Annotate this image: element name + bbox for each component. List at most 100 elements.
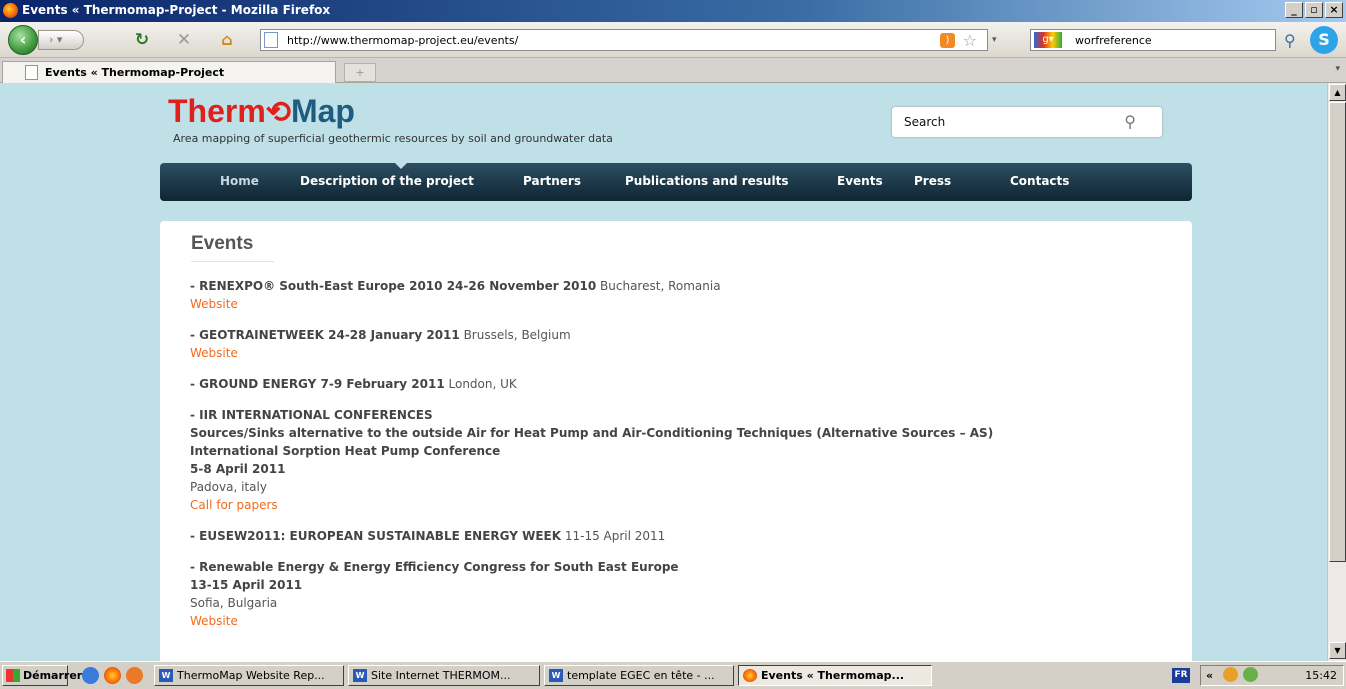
word-icon: W: [549, 669, 563, 682]
taskbar-item-word-1[interactable]: W ThermoMap Website Rep...: [154, 665, 344, 686]
event-location: Brussels, Belgium: [459, 328, 571, 342]
taskbar-item-word-3[interactable]: Wtemplate EGEC en tête - ...: [544, 665, 734, 686]
new-tab-button[interactable]: +: [344, 63, 376, 82]
tab-strip: Events « Thermomap-Project + ▾: [0, 59, 1346, 83]
event-title: - RENEXPO® South-East Europe 2010 24-26 …: [190, 279, 597, 293]
event-item: - EUSEW2011: EUROPEAN SUSTAINABLE ENERGY…: [190, 527, 1180, 545]
maximize-button[interactable]: ▫: [1305, 2, 1323, 18]
window-title: Events « Thermomap-Project - Mozilla Fir…: [22, 3, 331, 17]
window-title-bar: Events « Thermomap-Project - Mozilla Fir…: [0, 0, 1346, 22]
scroll-up-arrow-icon[interactable]: ▲: [1329, 84, 1346, 101]
nav-publications[interactable]: Publications and results: [625, 174, 788, 188]
taskbar-item-label: Events « Thermomap...: [761, 669, 905, 682]
taskbar-item-label: template EGEC en tête - ...: [567, 669, 715, 682]
word-icon: W: [353, 669, 367, 682]
taskbar: Démarrer W ThermoMap Website Rep... W Site…: [0, 661, 1346, 689]
tab-list-icon[interactable]: ▾: [1335, 64, 1340, 74]
stop-icon[interactable]: ✕: [172, 29, 196, 51]
event-title: - IIR INTERNATIONAL CONFERENCES: [190, 408, 433, 422]
search-bar-value[interactable]: worfreference: [1075, 34, 1152, 47]
system-tray: « 15:42: [1200, 665, 1344, 686]
event-item: - RENEXPO® South-East Europe 2010 24-26 …: [190, 277, 1180, 313]
page-icon: [264, 32, 278, 48]
event-title: - GEOTRAINETWEEK 24-28 January 2011: [190, 328, 460, 342]
site-logo[interactable]: Therm⟲Map: [168, 93, 355, 130]
nav-events[interactable]: Events: [837, 174, 883, 188]
rss-feed-icon[interactable]: ): [940, 33, 955, 48]
search-bar[interactable]: g▾ worfreference: [1030, 29, 1276, 51]
quick-launch-firefox-icon[interactable]: [104, 667, 121, 684]
page-icon: [25, 65, 38, 80]
page-viewport: Therm⟲Map Area mapping of superficial ge…: [0, 83, 1327, 661]
logo-o-icon: ⟲: [265, 96, 291, 129]
close-button[interactable]: ×: [1325, 2, 1343, 18]
tray-expand-icon[interactable]: «: [1206, 666, 1213, 685]
search-icon[interactable]: ⚲: [1284, 31, 1296, 50]
site-tagline: Area mapping of superficial geothermic r…: [173, 132, 613, 145]
vertical-scrollbar[interactable]: ▲ ▼: [1327, 83, 1346, 661]
nav-press[interactable]: Press: [914, 174, 951, 188]
event-dates: 5-8 April 2011: [190, 462, 286, 476]
events-list: - RENEXPO® South-East Europe 2010 24-26 …: [190, 277, 1180, 643]
event-item: - GROUND ENERGY 7-9 February 2011 London…: [190, 375, 1180, 393]
taskbar-item-firefox[interactable]: Events « Thermomap...: [738, 665, 932, 686]
google-icon[interactable]: g▾: [1034, 32, 1062, 48]
back-button[interactable]: ‹: [8, 25, 38, 55]
taskbar-item-label: Site Internet THERMOM...: [371, 669, 511, 682]
reload-icon[interactable]: ↻: [130, 29, 154, 51]
navigation-toolbar: ‹ › ▾ ↻ ✕ ⌂ http://www.thermomap-project…: [0, 22, 1346, 58]
event-subtitle: International Sorption Heat Pump Confere…: [190, 444, 501, 458]
address-bar[interactable]: http://www.thermomap-project.eu/events/ …: [260, 29, 988, 51]
firefox-icon: [743, 669, 757, 682]
event-item: - Renewable Energy & Energy Efficiency C…: [190, 558, 1180, 630]
firefox-icon: [3, 3, 18, 18]
website-link[interactable]: Website: [190, 614, 238, 628]
forward-button[interactable]: › ▾: [38, 30, 84, 50]
nav-contacts[interactable]: Contacts: [1010, 174, 1069, 188]
bookmark-star-icon[interactable]: ☆: [963, 31, 977, 50]
event-dates: 13-15 April 2011: [190, 578, 303, 592]
website-link[interactable]: Website: [190, 346, 238, 360]
event-dates: 11-15 April 2011: [561, 529, 666, 543]
quick-launch-app-icon[interactable]: [126, 667, 143, 684]
url-text[interactable]: http://www.thermomap-project.eu/events/: [287, 34, 518, 47]
website-link[interactable]: Website: [190, 297, 238, 311]
title-divider: [191, 261, 274, 262]
event-item: - GEOTRAINETWEEK 24-28 January 2011 Brus…: [190, 326, 1180, 362]
nav-description[interactable]: Description of the project: [300, 174, 474, 188]
site-search-placeholder: Search: [904, 115, 946, 129]
url-dropdown-icon[interactable]: ▾: [992, 35, 997, 45]
event-title: - Renewable Energy & Energy Efficiency C…: [190, 560, 679, 574]
minimize-button[interactable]: _: [1285, 2, 1303, 18]
nav-home[interactable]: Home: [220, 174, 259, 188]
event-location: Bucharest, Romania: [596, 279, 721, 293]
skype-icon[interactable]: S: [1310, 26, 1338, 54]
windows-flag-icon: [6, 669, 20, 682]
nav-partners[interactable]: Partners: [523, 174, 581, 188]
taskbar-item-word-2[interactable]: W Site Internet THERMOM...: [348, 665, 540, 686]
word-icon: W: [159, 669, 173, 682]
start-label: Démarrer: [23, 669, 83, 682]
taskbar-item-label: ThermoMap Website Rep...: [177, 669, 325, 682]
home-icon[interactable]: ⌂: [215, 29, 239, 51]
start-button[interactable]: Démarrer: [2, 665, 82, 686]
scroll-down-arrow-icon[interactable]: ▼: [1329, 642, 1346, 659]
event-subtitle: Sources/Sinks alternative to the outside…: [190, 426, 994, 440]
main-nav: Home Description of the project Partners…: [160, 162, 1192, 201]
event-location: London, UK: [444, 377, 517, 391]
quick-launch-ie-icon[interactable]: [82, 667, 99, 684]
scrollbar-thumb[interactable]: [1329, 102, 1346, 562]
page-title: Events: [191, 233, 254, 254]
search-icon[interactable]: ⚲: [1124, 112, 1136, 131]
tab-events[interactable]: Events « Thermomap-Project: [2, 61, 336, 83]
event-location: Padova, italy: [190, 480, 267, 494]
logo-therm: Therm: [168, 93, 266, 129]
language-indicator[interactable]: FR: [1172, 668, 1190, 683]
call-for-papers-link[interactable]: Call for papers: [190, 498, 278, 512]
site-search-input[interactable]: Search ⚲: [892, 107, 1162, 137]
logo-map: Map: [290, 93, 355, 129]
tray-app-icon[interactable]: [1223, 667, 1238, 682]
event-title: - GROUND ENERGY 7-9 February 2011: [190, 377, 445, 391]
tray-app-icon[interactable]: [1243, 667, 1258, 682]
content-card: Events - RENEXPO® South-East Europe 2010…: [160, 221, 1192, 661]
